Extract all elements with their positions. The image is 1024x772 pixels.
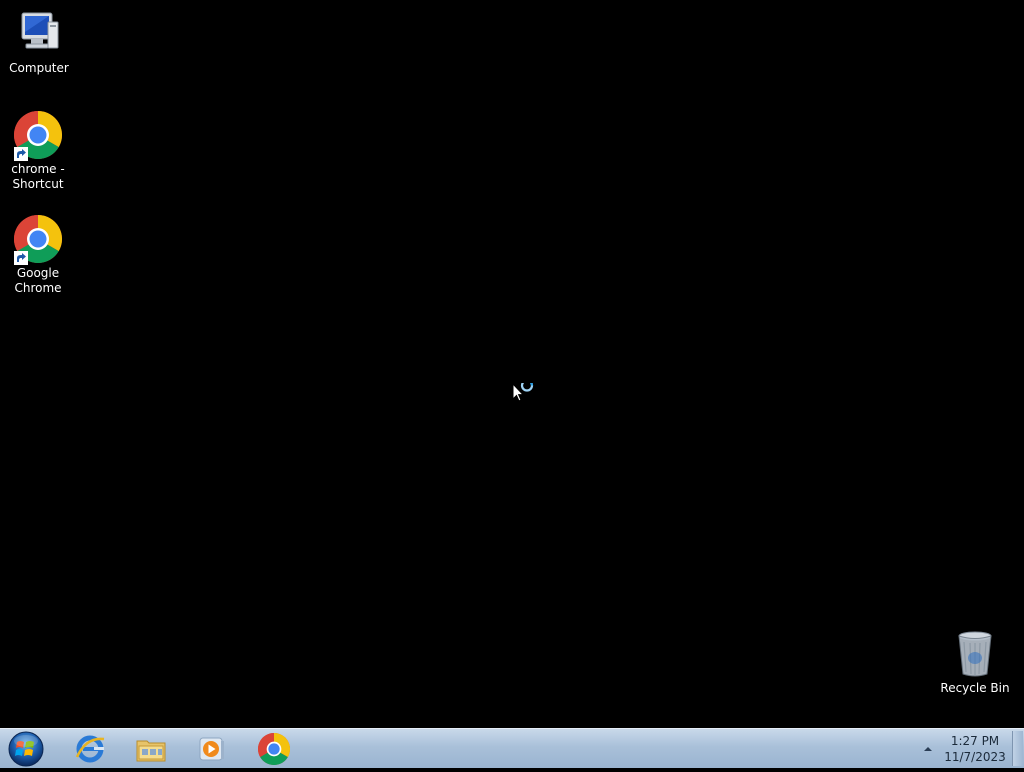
show-hidden-icons-button[interactable] xyxy=(918,741,938,755)
computer-icon xyxy=(15,10,63,58)
clock-date: 11/7/2023 xyxy=(944,750,1006,764)
desktop-icon-recycle-bin[interactable]: Recycle Bin xyxy=(937,630,1013,696)
desktop-icon-chrome-shortcut[interactable]: chrome - Shortcut xyxy=(0,110,76,192)
desktop-icon-label: chrome - Shortcut xyxy=(11,162,65,191)
show-desktop-button[interactable] xyxy=(1012,731,1023,766)
taskbar: 1:27 PM 11/7/2023 xyxy=(0,728,1024,768)
desktop: Computer chrome - Shortcut Google Chrome… xyxy=(0,0,1024,728)
start-button[interactable] xyxy=(4,730,48,768)
desktop-icon-label: Recycle Bin xyxy=(940,681,1010,695)
busy-cursor-icon xyxy=(512,383,534,402)
desktop-icon-google-chrome[interactable]: Google Chrome xyxy=(0,215,76,296)
chrome-icon xyxy=(258,733,290,765)
taskbar-internet-explorer-button[interactable] xyxy=(61,730,119,767)
taskbar-google-chrome-button[interactable] xyxy=(245,730,303,767)
desktop-icon-label: Computer xyxy=(9,61,69,75)
chevron-up-icon xyxy=(924,747,932,751)
desktop-icon-computer[interactable]: Computer xyxy=(1,10,77,76)
windows-logo-icon xyxy=(8,731,44,767)
clock-time: 1:27 PM xyxy=(950,734,1000,748)
shortcut-arrow-icon xyxy=(14,147,28,161)
desktop-icon-label: Google Chrome xyxy=(14,266,62,295)
taskbar-windows-explorer-button[interactable] xyxy=(122,730,180,767)
chrome-icon xyxy=(13,110,63,161)
shortcut-arrow-icon xyxy=(14,251,28,265)
recycle-bin-icon xyxy=(951,630,999,678)
system-clock[interactable]: 1:27 PM 11/7/2023 xyxy=(942,733,1008,765)
media-player-icon xyxy=(199,737,224,761)
chrome-icon xyxy=(13,215,63,265)
internet-explorer-icon xyxy=(75,735,105,763)
taskbar-media-player-button[interactable] xyxy=(183,730,241,767)
folder-icon xyxy=(136,740,166,762)
